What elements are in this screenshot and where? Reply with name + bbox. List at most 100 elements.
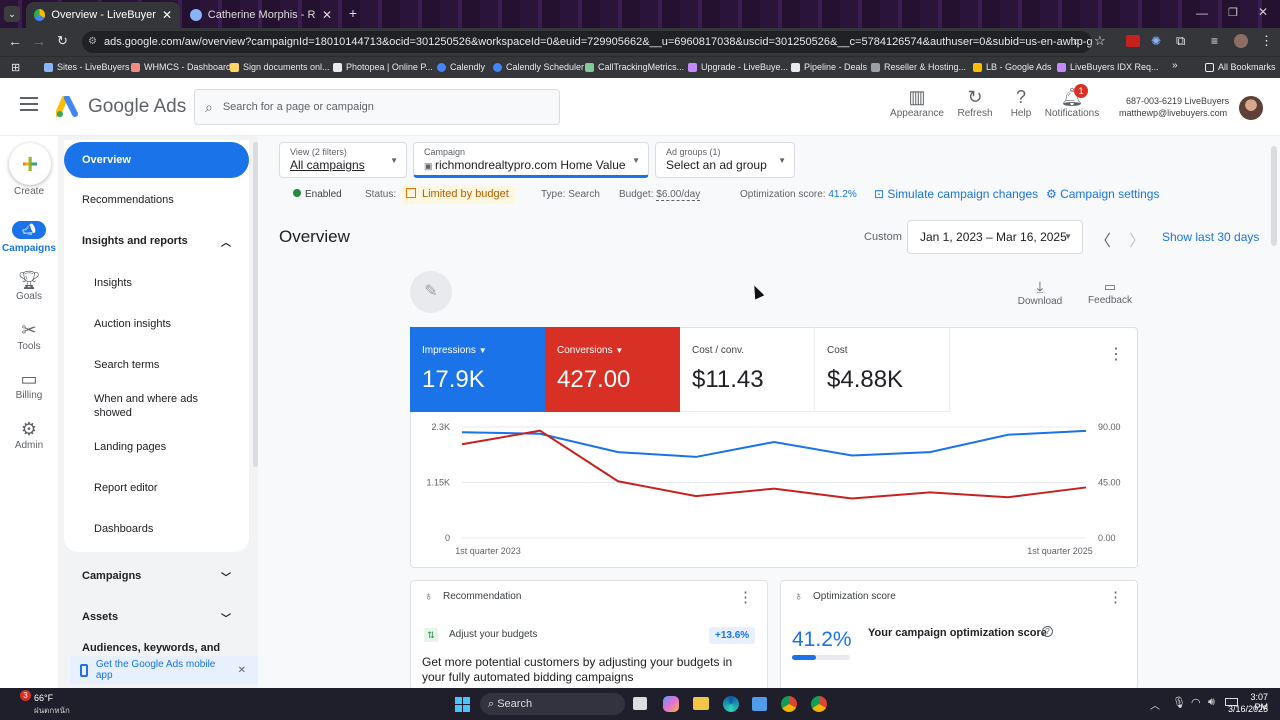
bookmark-item[interactable]: Pipeline - Deals <box>791 56 867 78</box>
nav-insights-and-reports[interactable]: Insights and reports ︿ <box>64 231 249 251</box>
view-filter[interactable]: View (2 filters) All campaigns ▼ <box>279 142 407 178</box>
browser-tab-active[interactable]: Overview - LiveBuyers - Google ✕ <box>26 2 180 28</box>
zoom-icon[interactable]: ⌕ <box>1073 34 1080 49</box>
bookmark-item[interactable]: Sign documents onl... <box>230 56 330 78</box>
show-last-30-days-link[interactable]: Show last 30 days <box>1162 230 1259 244</box>
extensions-puzzle-icon[interactable]: ⧉ <box>1176 33 1185 49</box>
url-field[interactable]: ads.google.com/aw/overview?campaignId=18… <box>82 31 1092 53</box>
metric-cost-per-conv[interactable]: Cost / conv. $11.43 <box>680 327 815 412</box>
bookmark-item[interactable]: Sites - LiveBuyers <box>44 56 130 78</box>
nav-recommendations[interactable]: Recommendations <box>64 190 249 210</box>
bookmark-item[interactable]: Reseller & Hosting... <box>871 56 966 78</box>
rail-campaigns[interactable]: 📣︎ <box>12 221 46 239</box>
taskbar-search[interactable]: ⌕ Search <box>480 693 625 715</box>
appearance-button[interactable]: ▥ Appearance <box>887 86 947 119</box>
campaign-filter[interactable]: Campaign ▣ richmondrealtypro.com Home Va… <box>413 142 649 178</box>
back-icon[interactable]: ← <box>8 33 22 49</box>
rail-billing[interactable]: ▭ Billing <box>0 368 58 401</box>
bookmark-item[interactable]: WHMCS - Dashboard <box>131 56 231 78</box>
windows-start-icon[interactable] <box>455 697 470 712</box>
chart-more-options-icon[interactable]: ⋮ <box>1108 344 1124 364</box>
nav-campaigns[interactable]: Campaigns ﹀ <box>64 566 249 586</box>
reload-icon[interactable]: ↻ <box>57 33 68 49</box>
task-view-icon[interactable] <box>633 697 647 710</box>
maximize-icon[interactable]: ❐ <box>1228 6 1238 19</box>
nav-dashboards[interactable]: Dashboards <box>64 519 249 539</box>
browser-tab[interactable]: Catherine Morphis - Realtor - G ✕ <box>182 2 340 28</box>
content-scrollbar[interactable] <box>1271 146 1277 246</box>
edge-icon[interactable] <box>723 696 739 712</box>
clock-date[interactable]: 3/16/2025 <box>1226 704 1268 714</box>
bookmark-item[interactable]: LiveBuyers IDX Req... <box>1057 56 1159 78</box>
campaign-settings-link[interactable]: ⚙ Campaign settings <box>1046 187 1159 201</box>
account-phone[interactable]: 687-003-6219 LiveBuyers <box>1126 96 1229 106</box>
nav-assets[interactable]: Assets ﹀ <box>64 607 249 627</box>
bookmark-item[interactable]: Photopea | Online P... <box>333 56 433 78</box>
metric-impressions[interactable]: Impressions ▼ 17.9K <box>410 327 545 412</box>
bookmark-item[interactable]: Upgrade - LiveBuye... <box>688 56 788 78</box>
account-avatar[interactable] <box>1239 96 1263 120</box>
nav-landing-pages[interactable]: Landing pages <box>64 437 249 457</box>
tray-chevron-icon[interactable]: ︿ <box>1150 697 1160 712</box>
close-banner-icon[interactable]: ✕ <box>238 665 246 676</box>
weather-widget[interactable]: 3 66°F ฝนตกหนัก <box>8 690 78 718</box>
limited-by-budget-badge[interactable]: Limited by budget <box>402 186 515 204</box>
main-menu-icon[interactable] <box>20 97 38 111</box>
all-bookmarks[interactable]: All Bookmarks <box>1205 56 1276 78</box>
nav-insights[interactable]: Insights <box>64 273 249 293</box>
rail-campaigns-label[interactable]: Campaigns <box>0 243 58 254</box>
nav-when-where[interactable]: When and where ads showed <box>64 391 224 421</box>
chrome-icon[interactable] <box>811 696 827 712</box>
nav-overview[interactable]: Overview <box>64 142 249 178</box>
microphone-icon[interactable]: 🎙︎ <box>1172 696 1186 709</box>
chrome-icon[interactable] <box>781 696 797 712</box>
download-button[interactable]: ⤓ Download <box>1014 279 1066 307</box>
tab-menu-icon[interactable]: ⌄ <box>4 6 20 22</box>
adgroup-filter[interactable]: Ad groups (1) Select an ad group ▼ <box>655 142 795 178</box>
rail-tools[interactable]: ✂︎ Tools <box>0 319 58 352</box>
optimization-more-icon[interactable]: ⋮ <box>1108 588 1123 606</box>
forward-icon[interactable]: → <box>32 33 46 49</box>
volume-icon[interactable]: 🔊︎ <box>1208 696 1215 709</box>
nav-audiences[interactable]: Audiences, keywords, and <box>64 642 249 656</box>
media-icon[interactable]: ≡ <box>1211 34 1218 48</box>
edit-pencil-button[interactable]: ✎ <box>410 271 452 313</box>
help-circle-icon[interactable]: ? <box>1042 626 1053 637</box>
new-tab-icon[interactable]: + <box>345 5 361 21</box>
close-tab-icon[interactable]: ✕ <box>162 8 172 22</box>
rail-admin[interactable]: ⚙ Admin <box>0 418 58 451</box>
bookmark-item[interactable]: Calendly Scheduler <box>493 56 584 78</box>
recommendation-item[interactable]: Adjust your budgets <box>449 629 537 640</box>
file-explorer-icon[interactable] <box>693 697 709 710</box>
close-window-icon[interactable]: ✕ <box>1258 5 1268 19</box>
browser-menu-icon[interactable]: ⋮ <box>1260 33 1273 49</box>
next-period-icon[interactable]: 〉 <box>1129 227 1145 251</box>
feedback-button[interactable]: ▭ Feedback <box>1084 279 1136 306</box>
apps-grid-icon[interactable]: ⊞ <box>11 61 20 74</box>
close-tab-icon[interactable]: ✕ <box>322 8 332 22</box>
metric-conversions[interactable]: Conversions ▼ 427.00 <box>545 327 680 412</box>
bookmark-item[interactable]: LB - Google Ads <box>973 56 1052 78</box>
copilot-icon[interactable] <box>663 696 679 712</box>
budget-value[interactable]: $6.00/day <box>656 189 701 201</box>
bookmark-item[interactable]: CallTrackingMetrics... <box>585 56 684 78</box>
nav-report-editor[interactable]: Report editor <box>64 478 249 498</box>
google-ads-logo[interactable] <box>55 95 80 118</box>
notifications-button[interactable]: 🔔︎ Notifications <box>1042 86 1102 119</box>
nav-auction-insights[interactable]: Auction insights <box>64 314 249 334</box>
rail-goals[interactable]: 🏆︎ Goals <box>0 269 58 302</box>
search-field[interactable]: ⌕ Search for a page or campaign <box>194 89 560 125</box>
nav-search-terms[interactable]: Search terms <box>64 355 249 375</box>
recommendation-more-icon[interactable]: ⋮ <box>738 588 753 606</box>
simulate-campaign-link[interactable]: ⊡ Simulate campaign changes <box>874 187 1038 201</box>
profile-avatar[interactable] <box>1234 34 1248 48</box>
wifi-icon[interactable]: ◠ <box>1191 696 1201 709</box>
date-range-picker[interactable]: Jan 1, 2023 – Mar 16, 2025 ▼ <box>907 220 1083 254</box>
store-icon[interactable] <box>752 697 767 711</box>
extension-icon[interactable] <box>1126 35 1140 47</box>
site-info-icon[interactable]: ⚙ <box>88 36 97 47</box>
minimize-icon[interactable]: — <box>1196 6 1208 20</box>
create-button[interactable]: + <box>9 143 51 185</box>
bookmark-item[interactable]: Calendly <box>437 56 485 78</box>
account-email[interactable]: matthewp@livebuyers.com <box>1119 108 1227 118</box>
